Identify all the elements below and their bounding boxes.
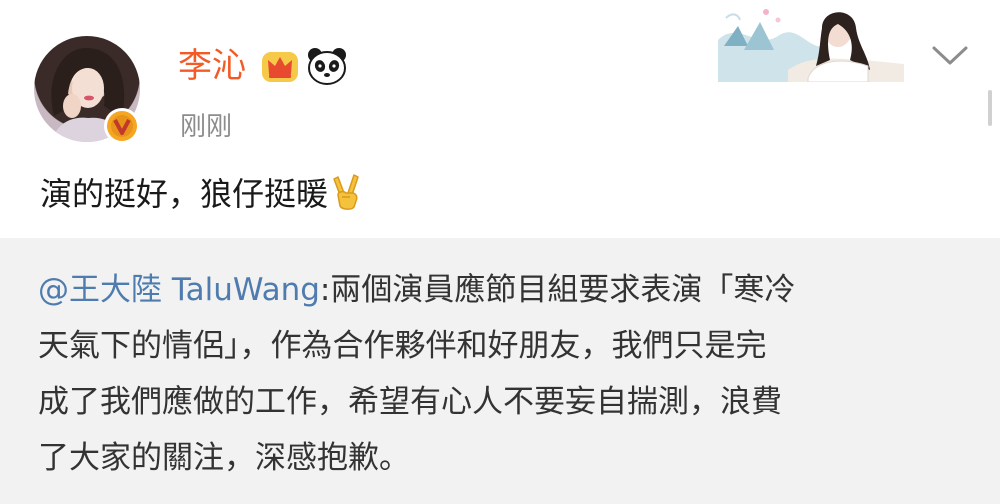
post-text: 演的挺好，狼仔挺暖 (40, 172, 364, 216)
weibo-post: 李沁 刚刚 演的挺好，狼仔挺暖 @王大陸 TaluWang:兩個演員應節目組要求… (0, 0, 1000, 504)
panda-icon[interactable] (306, 46, 348, 86)
repost-line-4: 了大家的關注，深感抱歉。 (38, 440, 410, 476)
post-text-content: 演的挺好，狼仔挺暖 (40, 175, 329, 213)
crown-icon[interactable] (260, 48, 300, 84)
repost-line-2: 天氣下的情侶」，作為合作夥伴和好朋友，我們只是完 (38, 328, 767, 364)
post-timestamp: 刚刚 (180, 112, 233, 142)
username[interactable]: 李沁 (178, 46, 246, 86)
victory-hand-icon (333, 174, 359, 210)
chevron-down-icon[interactable] (930, 44, 970, 68)
scrollbar[interactable] (988, 90, 992, 126)
card-decoration-image (718, 9, 904, 82)
verified-badge-icon (104, 108, 140, 144)
repost-text: @王大陸 TaluWang:兩個演員應節目組要求表演「寒冷 天氣下的情侶」，作為… (38, 262, 968, 486)
mention-link[interactable]: @王大陸 TaluWang (38, 272, 320, 308)
repost-line-3: 成了我們應做的工作，希望有心人不要妄自揣測，浪費 (38, 384, 782, 420)
repost-line-1: :兩個演員應節目組要求表演「寒冷 (319, 272, 796, 308)
